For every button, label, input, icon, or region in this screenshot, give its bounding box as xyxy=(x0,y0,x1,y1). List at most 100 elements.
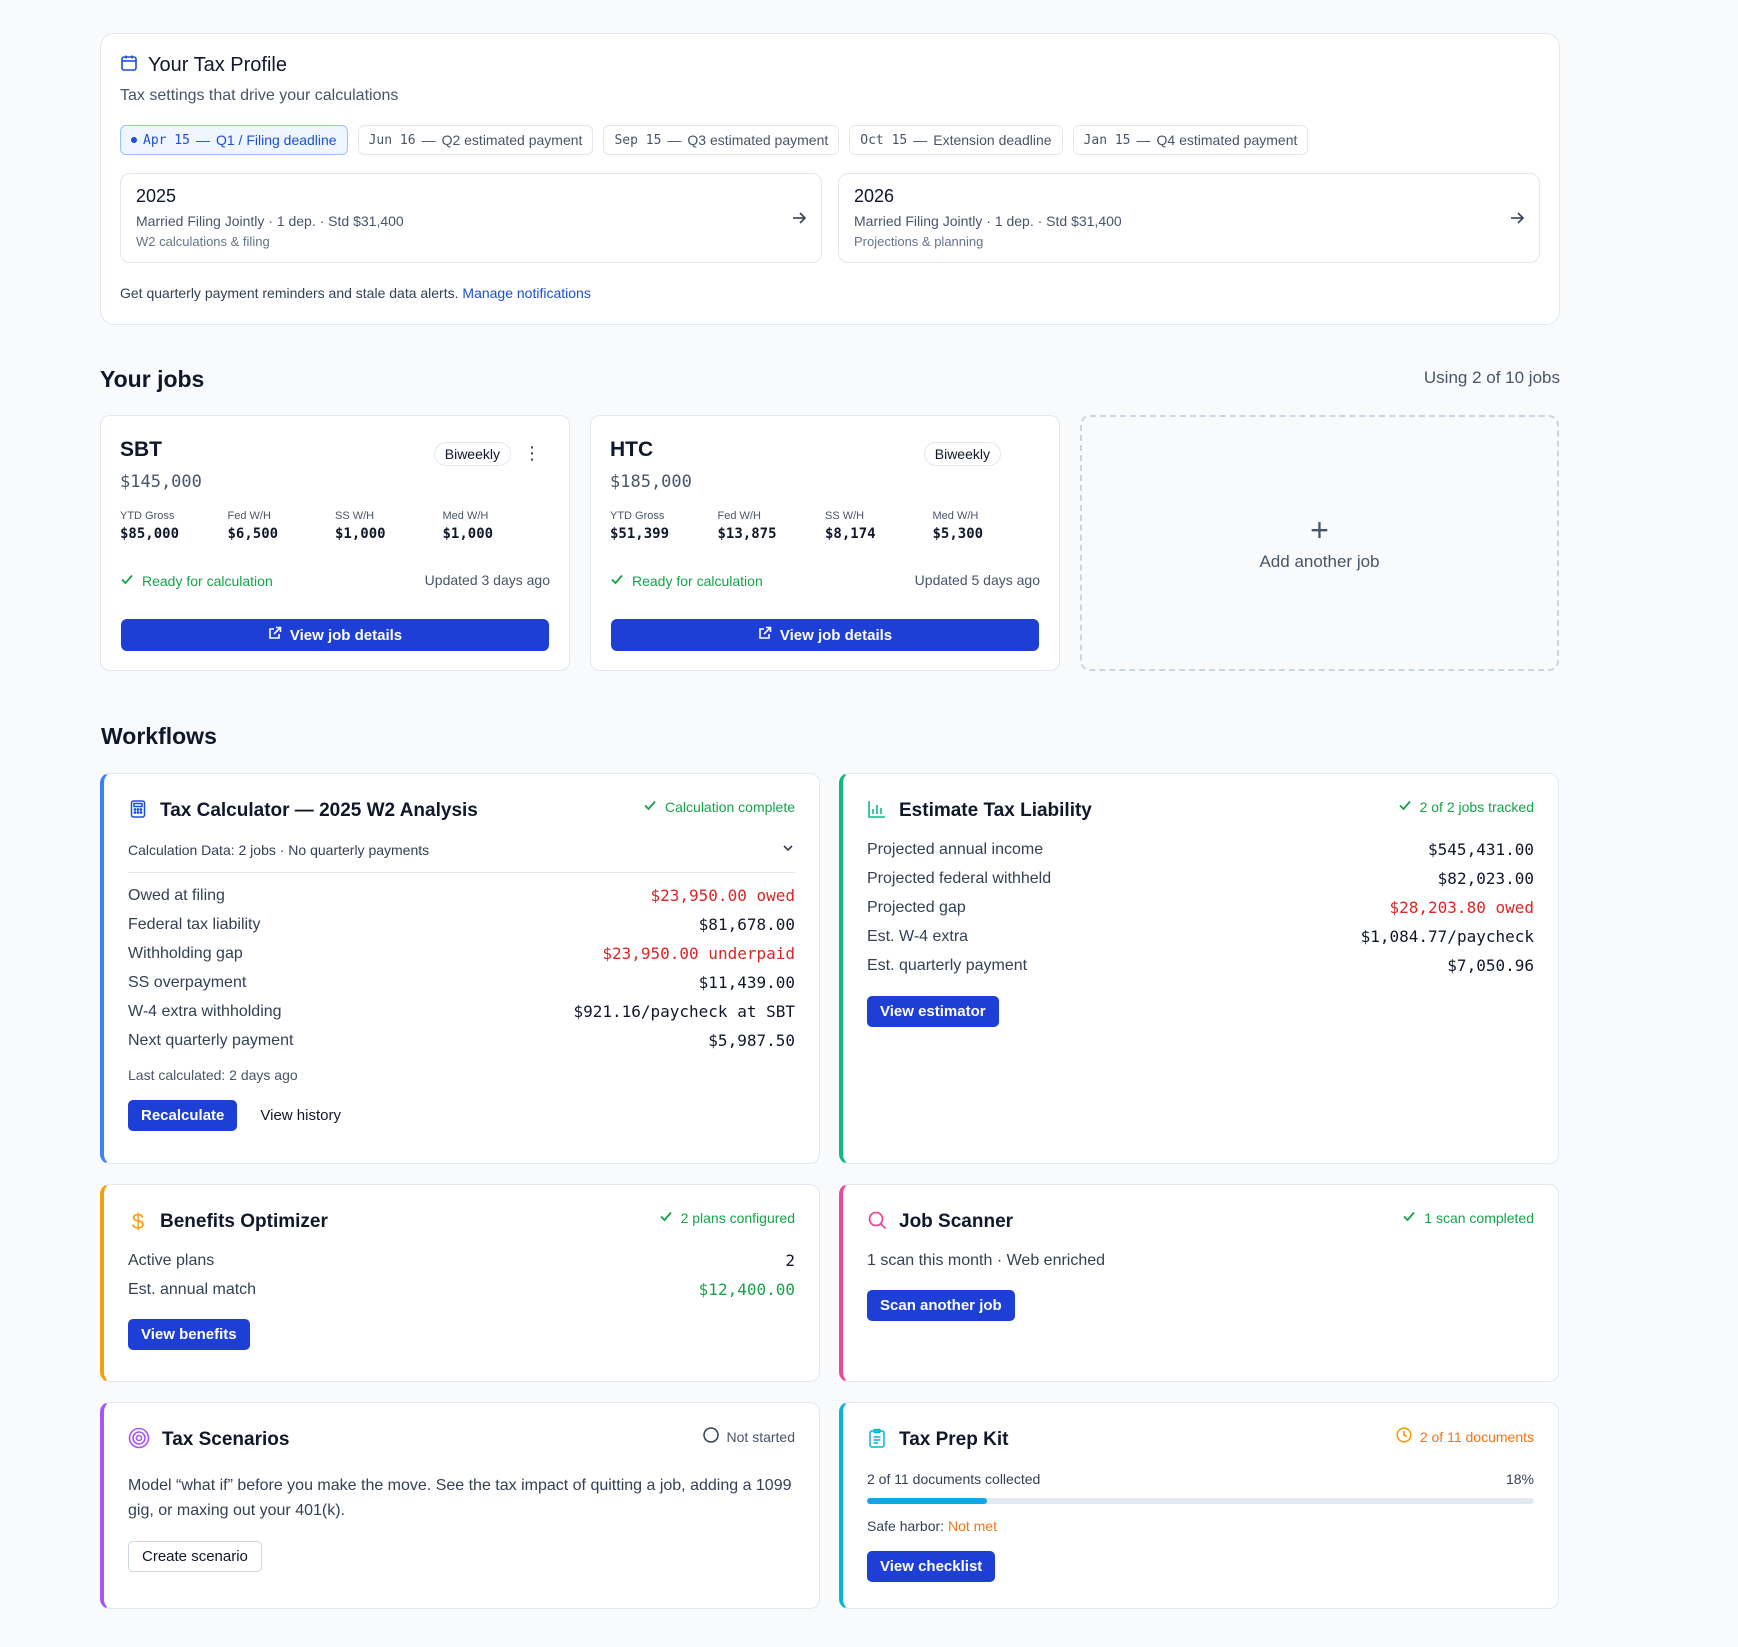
row-label: Owed at filing xyxy=(128,886,225,904)
tax-year-details: Married Filing Jointly · 1 dep. · Std $3… xyxy=(854,213,1122,229)
deadline-label: Q4 estimated payment xyxy=(1156,132,1298,148)
tax-year-card-2026[interactable]: 2026 Married Filing Jointly · 1 dep. · S… xyxy=(838,173,1540,263)
calculation-data-toggle[interactable]: Calculation Data: 2 jobs · No quarterly … xyxy=(128,841,795,873)
row-label: Federal tax liability xyxy=(128,915,261,933)
notification-notice: Get quarterly payment reminders and stal… xyxy=(120,285,1540,301)
deadline-label: Q3 estimated payment xyxy=(687,132,829,148)
job-stat-ytd-gross: YTD Gross $85,000 xyxy=(120,510,228,542)
stat-value: $6,500 xyxy=(227,526,279,542)
deadline-chip-q2[interactable]: Jun 16 — Q2 estimated payment xyxy=(357,125,594,155)
view-history-button[interactable]: View history xyxy=(247,1100,354,1131)
row-value: $81,678.00 xyxy=(698,915,795,934)
deadline-chip-q3[interactable]: Sep 15 — Q3 estimated payment xyxy=(603,125,840,155)
stat-label: Fed W/H xyxy=(227,510,271,522)
tax-profile-subtitle: Tax settings that drive your calculation… xyxy=(120,87,399,104)
row-value: $12,400.00 xyxy=(698,1280,795,1299)
more-options-icon[interactable]: ⋮ xyxy=(523,444,541,462)
tax-year-card-2025[interactable]: 2025 Married Filing Jointly · 1 dep. · S… xyxy=(120,173,822,263)
workflow-title: Job Scanner xyxy=(899,1211,1014,1232)
job-scanner-card: Job Scanner 1 scan completed 1 scan this… xyxy=(839,1184,1559,1382)
workflow-title: Tax Prep Kit xyxy=(899,1429,1009,1450)
progress-track xyxy=(867,1498,1534,1504)
tax-year: 2026 xyxy=(854,186,895,206)
view-estimator-button[interactable]: View estimator xyxy=(867,996,999,1027)
job-card-htc: HTC $185,000 Biweekly YTD Gross $51,399 F… xyxy=(590,415,1060,671)
calc-row: SS overpayment $11,439.00 xyxy=(128,968,795,997)
deadline-chips: Apr 15 — Q1 / Filing deadline Jun 16 — Q… xyxy=(120,125,1540,155)
benefits-row: Active plans 2 xyxy=(128,1246,795,1275)
safe-harbor-status: Safe harbor: Not met xyxy=(867,1518,1534,1534)
dollar-icon: $ xyxy=(131,1209,145,1234)
job-updated-time: Updated 5 days ago xyxy=(914,572,1040,588)
workflow-status-text: Calculation complete xyxy=(665,798,795,815)
row-value: $921.16/paycheck at SBT xyxy=(573,1002,795,1021)
stat-label: SS W/H xyxy=(335,510,375,522)
liability-row: Projected federal withheld $82,023.00 xyxy=(867,864,1534,893)
tax-profile-header: Your Tax Profile xyxy=(120,54,1540,77)
job-card-sbt: SBT $145,000 Biweekly ⋮ YTD Gross $85,000… xyxy=(100,415,570,671)
deadline-date: Jan 15 xyxy=(1083,132,1131,148)
stat-value: $85,000 xyxy=(120,526,180,542)
button-label: View job details xyxy=(289,626,403,644)
row-label: Est. annual match xyxy=(128,1280,257,1298)
row-value: $545,431.00 xyxy=(1428,840,1534,859)
row-value: $11,439.00 xyxy=(698,973,795,992)
job-stat-fed-wh: Fed W/H $6,500 xyxy=(228,510,336,542)
tax-year: 2025 xyxy=(136,186,177,206)
job-stat-med-wh: Med W/H $5,300 xyxy=(933,510,1041,542)
deadline-chip-q1[interactable]: Apr 15 — Q1 / Filing deadline xyxy=(120,125,348,155)
tax-profile-title: Your Tax Profile xyxy=(148,54,287,76)
benefits-rows: Active plans 2 Est. annual match $12,400.0… xyxy=(128,1246,795,1304)
job-status-text: Ready for calculation xyxy=(632,572,763,589)
stat-value: $8,174 xyxy=(825,526,876,542)
check-icon xyxy=(1402,1209,1416,1226)
progress-percent: 18% xyxy=(1505,1471,1534,1487)
workflow-title: Tax Scenarios xyxy=(162,1429,290,1450)
view-job-details-button[interactable]: View job details xyxy=(121,619,549,651)
clock-icon xyxy=(1396,1427,1412,1446)
job-status-row: Ready for calculation Updated 5 days ago xyxy=(610,572,1040,589)
view-job-details-button[interactable]: View job details xyxy=(611,619,1039,651)
clipboard-icon xyxy=(867,1428,887,1453)
job-stat-ss-wh: SS W/H $1,000 xyxy=(335,510,443,542)
row-label: Est. W-4 extra xyxy=(867,927,969,945)
row-label: Projected federal withheld xyxy=(867,869,1052,887)
stat-label: YTD Gross xyxy=(120,510,175,522)
progress-fill xyxy=(867,1498,988,1504)
check-icon xyxy=(659,1209,673,1226)
stat-label: SS W/H xyxy=(825,510,865,522)
deadline-dash: — xyxy=(1136,132,1151,148)
job-ready-status: Ready for calculation xyxy=(120,572,273,589)
job-stat-ytd-gross: YTD Gross $51,399 xyxy=(610,510,718,542)
scan-another-job-button[interactable]: Scan another job xyxy=(867,1290,1015,1321)
row-label: W-4 extra withholding xyxy=(128,1002,282,1020)
deadline-chip-extension[interactable]: Oct 15 — Extension deadline xyxy=(849,125,1063,155)
deadline-date: Oct 15 xyxy=(860,132,908,148)
stat-label: Med W/H xyxy=(442,510,489,522)
calendar-icon xyxy=(120,54,138,77)
benefits-row: Est. annual match $12,400.00 xyxy=(128,1275,795,1304)
row-value: $5,987.50 xyxy=(708,1031,795,1050)
external-link-icon xyxy=(268,626,282,644)
manage-notifications-link[interactable]: Manage notifications xyxy=(462,285,590,301)
job-stats: YTD Gross $51,399 Fed W/H $13,875 SS W/H $8… xyxy=(610,510,1040,542)
tax-profile-card: Your Tax Profile Tax settings that drive… xyxy=(100,33,1560,325)
workflow-status-text: 1 scan completed xyxy=(1424,1209,1534,1226)
row-value: $7,050.96 xyxy=(1447,956,1534,975)
calculation-data-summary: Calculation Data: 2 jobs · No quarterly … xyxy=(128,841,430,858)
liability-row: Est. W-4 extra $1,084.77/paycheck xyxy=(867,922,1534,951)
create-scenario-button[interactable]: Create scenario xyxy=(128,1541,262,1572)
pay-frequency-badge: Biweekly xyxy=(923,442,1001,466)
view-checklist-button[interactable]: View checklist xyxy=(867,1551,996,1582)
view-benefits-button[interactable]: View benefits xyxy=(128,1319,250,1350)
recalculate-button[interactable]: Recalculate xyxy=(128,1100,238,1131)
scenarios-description: Model “what if” before you make the move… xyxy=(128,1477,792,1519)
stat-label: Fed W/H xyxy=(717,510,761,522)
safe-harbor-label: Safe harbor: xyxy=(867,1518,945,1534)
pay-frequency-badge: Biweekly xyxy=(433,442,511,466)
add-job-card[interactable]: + Add another job xyxy=(1080,415,1559,671)
liability-row: Est. quarterly payment $7,050.96 xyxy=(867,951,1534,980)
row-label: Next quarterly payment xyxy=(128,1031,294,1049)
jobs-usage-count: Using 2 of 10 jobs xyxy=(1423,368,1560,387)
deadline-chip-q4[interactable]: Jan 15 — Q4 estimated payment xyxy=(1072,125,1309,155)
